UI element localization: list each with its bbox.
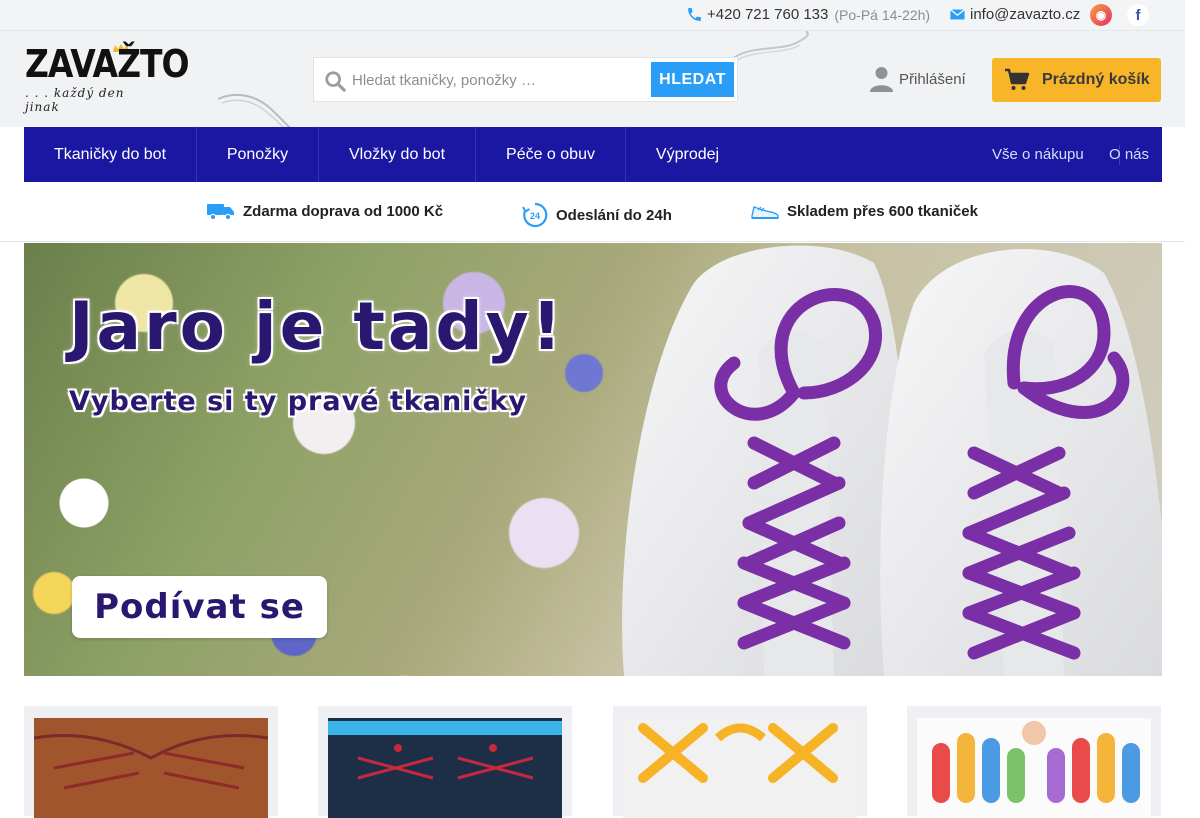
phone-hours: (Po-Pá 14-22h) (834, 6, 931, 23)
clock-24-icon: 24 (522, 202, 548, 228)
benefit-free-shipping: Zdarma doprava od 1000 Kč (207, 202, 443, 220)
cart-button[interactable]: Prázdný košík (992, 58, 1161, 102)
category-image-white-shoes (623, 718, 857, 818)
benefit-dispatch: 24 Odeslání do 24h (522, 202, 672, 228)
benefit-label: Skladem přes 600 tkaniček (787, 202, 978, 220)
login-link[interactable]: Přihlášení (870, 66, 966, 92)
site-logo[interactable]: ZAVAŽTO . . . každý den jinak (25, 41, 190, 114)
nav-item-tkanicky[interactable]: Tkaničky do bot (24, 127, 197, 182)
category-image-brown-shoes (34, 718, 268, 818)
nav-item-ponozky[interactable]: Ponožky (197, 127, 319, 182)
search-button[interactable]: HLEDAT (651, 62, 734, 97)
email-address[interactable]: info@zavazto.cz (970, 6, 1080, 23)
cart-icon (1005, 68, 1030, 90)
instagram-icon[interactable]: ◉ (1090, 4, 1112, 26)
benefits-bar: Zdarma doprava od 1000 Kč 24 Odeslání do… (0, 182, 1185, 242)
lace-decoration (731, 31, 809, 62)
banner-subtitle: Vyberte si ty pravé tkaničky (69, 386, 527, 417)
site-header: ZAVAŽTO . . . každý den jinak HLEDAT Při… (0, 31, 1185, 131)
category-image-toe-socks (917, 718, 1151, 818)
search-input[interactable] (352, 67, 642, 93)
mail-icon (950, 9, 965, 20)
shoe-icon (751, 206, 779, 219)
benefit-label: Zdarma doprava od 1000 Kč (243, 202, 444, 220)
lace-decoration (217, 93, 295, 131)
nav-link-vse-o-nakupu[interactable]: Vše o nákupu (992, 127, 1084, 182)
category-image-sneakers (328, 718, 562, 818)
benefit-stock: Skladem přes 600 tkaniček (751, 202, 978, 220)
phone-icon (688, 8, 701, 21)
truck-icon (207, 204, 234, 220)
user-icon (870, 67, 893, 92)
nav-item-vlozky[interactable]: Vložky do bot (319, 127, 476, 182)
phone-number[interactable]: +420 721 760 133 (707, 6, 828, 23)
svg-text:24: 24 (530, 211, 540, 221)
logo-text: ZAVAŽTO (25, 41, 190, 87)
hero-banner[interactable]: Jaro je tady! Vyberte si ty pravé tkanič… (24, 243, 1162, 676)
banner-cta-button[interactable]: Podívat se (72, 576, 327, 638)
top-bar: +420 721 760 133 (Po-Pá 14-22h) info@zav… (0, 0, 1185, 31)
phone-contact[interactable]: +420 721 760 133 (Po-Pá 14-22h) (686, 6, 930, 23)
facebook-icon[interactable]: f (1127, 4, 1149, 26)
nav-link-o-nas[interactable]: O nás (1109, 127, 1149, 182)
logo-tagline: . . . každý den jinak (25, 86, 125, 114)
email-contact[interactable]: info@zavazto.cz (949, 6, 1080, 23)
search-icon (325, 71, 346, 92)
nav-item-vyprodej[interactable]: Výprodej (626, 127, 749, 182)
login-label: Přihlášení (899, 70, 966, 88)
nav-item-pece[interactable]: Péče o obuv (476, 127, 626, 182)
shoes-illustration (622, 245, 1162, 676)
cart-label: Prázdný košík (1042, 71, 1150, 88)
search-form: HLEDAT (313, 57, 738, 102)
main-navigation: Tkaničky do bot Ponožky Vložky do bot Pé… (24, 127, 1162, 182)
banner-title: Jaro je tady! (69, 288, 565, 365)
benefit-label: Odeslání do 24h (556, 206, 672, 224)
